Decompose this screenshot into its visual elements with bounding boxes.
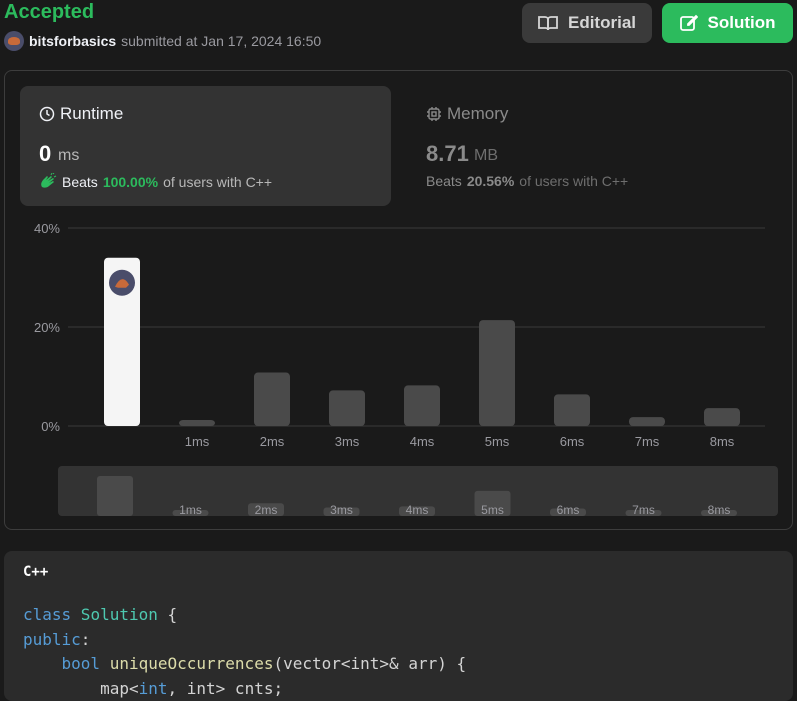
runtime-beats-word: Beats (62, 174, 98, 190)
x-tick-label: 6ms (560, 434, 585, 449)
slider-label: 2ms (255, 503, 278, 516)
chart-bar (404, 385, 440, 426)
memory-beats: Beats 20.56% of users with C++ (426, 173, 628, 189)
chip-icon (427, 107, 441, 121)
runtime-beats-percent: 100.00% (102, 174, 159, 190)
chart-bar (254, 372, 290, 426)
slider-label: 6ms (557, 503, 580, 516)
range-slider[interactable]: 1ms 2ms 3ms 4ms 5ms 6ms 7ms 8ms (58, 466, 778, 516)
submitted-time: submitted at Jan 17, 2024 16:50 (121, 33, 322, 49)
chart-bar (629, 417, 665, 426)
runtime-unit: ms (58, 147, 80, 164)
memory-value: 8.71 (426, 141, 469, 166)
x-tick-label: 2ms (260, 434, 285, 449)
memory-beats-percent: 20.56% (466, 173, 515, 189)
editorial-label: Editorial (567, 13, 636, 32)
solution-button[interactable]: Solution (662, 3, 793, 43)
y-tick-label: 0% (41, 419, 60, 434)
memory-beats-word: Beats (426, 173, 462, 189)
x-tick-label: 8ms (710, 434, 735, 449)
y-tick-label: 20% (34, 320, 60, 335)
chart-bar (179, 420, 215, 426)
code-line: class Solution { (23, 605, 178, 624)
runtime-value: 0 (39, 141, 52, 166)
clock-icon (39, 106, 55, 122)
solution-label: Solution (707, 13, 776, 32)
slider-bar (97, 476, 133, 516)
runtime-beats-tail: of users with C++ (163, 174, 273, 190)
slider-label: 1ms (179, 503, 202, 516)
chart-bar (704, 408, 740, 426)
edit-icon (679, 14, 698, 31)
memory-beats-tail: of users with C++ (519, 173, 629, 189)
slider-label: 7ms (632, 503, 655, 516)
slider-label: 4ms (406, 503, 429, 516)
avatar[interactable] (4, 31, 24, 51)
memory-title-label: Memory (447, 104, 509, 123)
y-tick-label: 40% (34, 221, 60, 236)
runtime-distribution-chart: 40% 20% 0% 1ms 2ms 3ms 4ms 5ms 6ms 7ms 8ms (34, 221, 765, 449)
runtime-beats: Beats 100.00% of users with C++ (39, 173, 272, 191)
code-language: C++ (23, 564, 49, 580)
memory-unit: MB (474, 147, 498, 164)
chart-bar (479, 320, 515, 426)
code-block[interactable]: class Solution { public: bool uniqueOccu… (23, 603, 466, 701)
slider-label: 5ms (481, 503, 504, 516)
book-icon (538, 16, 558, 31)
clap-icon (41, 173, 57, 188)
submission-status: Accepted (4, 1, 95, 23)
slider-label: 8ms (708, 503, 731, 516)
submitter-name[interactable]: bitsforbasics (29, 33, 116, 49)
runtime-title: Runtime (39, 104, 123, 124)
code-line: bool uniqueOccurrences(vector<int>& arr)… (23, 654, 467, 673)
slider-label: 3ms (330, 503, 353, 516)
runtime-title-label: Runtime (60, 104, 124, 123)
memory-title[interactable]: Memory (426, 104, 508, 124)
x-tick-label: 1ms (185, 434, 210, 449)
chart-bar (554, 394, 590, 426)
code-line: public: (23, 629, 91, 649)
x-tick-label: 3ms (335, 434, 360, 449)
submitter-row: bitsforbasics submitted at Jan 17, 2024 … (4, 30, 321, 52)
x-tick-label: 4ms (410, 434, 435, 449)
x-tick-label: 5ms (485, 434, 510, 449)
code-line: map<int, int> cnts; (23, 678, 284, 698)
editorial-button[interactable]: Editorial (522, 3, 652, 43)
chart-bar (329, 390, 365, 426)
x-tick-label: 7ms (635, 434, 660, 449)
